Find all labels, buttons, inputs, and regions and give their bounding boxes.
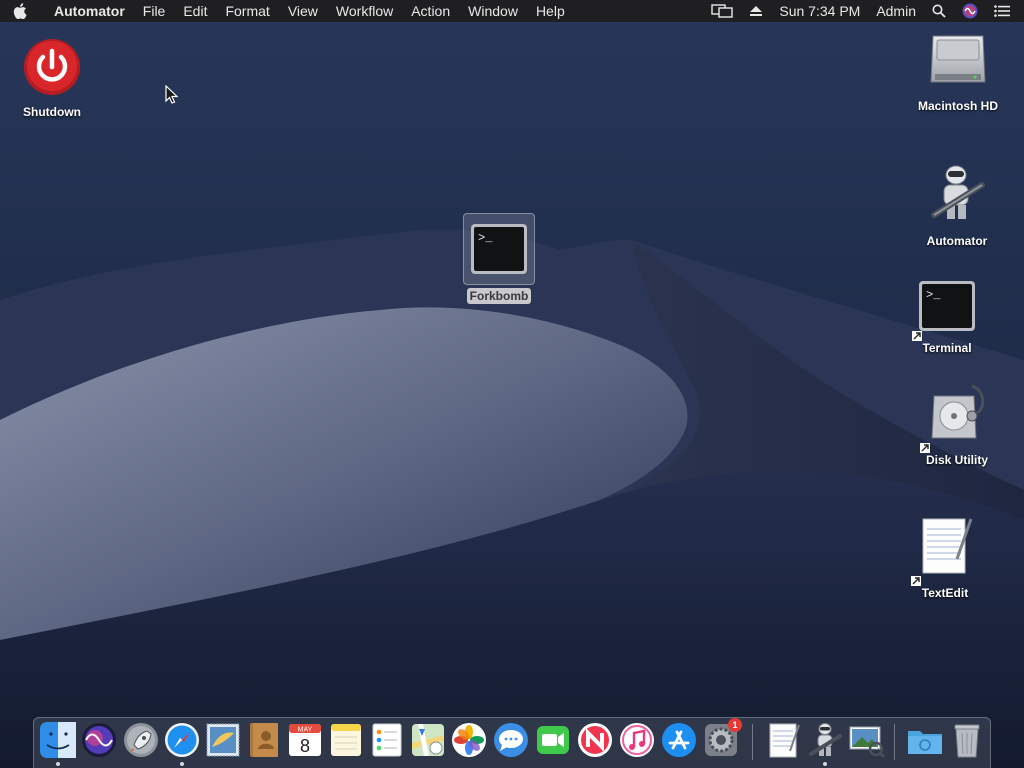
finder-icon <box>40 722 76 758</box>
spotlight-icon[interactable] <box>924 4 954 18</box>
folder-icon <box>908 731 942 754</box>
notes-icon <box>331 724 361 756</box>
desktop-icon-label-selected: Forkbomb <box>466 288 532 304</box>
messages-bubble-icon <box>494 723 528 757</box>
power-button-icon <box>23 38 81 101</box>
launchpad-rocket-icon <box>124 723 158 757</box>
menubar-user[interactable]: Admin <box>868 0 924 22</box>
itunes-music-note-icon <box>620 723 654 757</box>
menu-bar: Automator File Edit Format View Workflow… <box>0 0 1024 22</box>
automator-robot-icon <box>809 723 842 756</box>
running-indicator <box>56 762 60 766</box>
desktop-icon-automator[interactable]: Automator <box>916 163 998 248</box>
dock-maps[interactable] <box>409 721 447 761</box>
eject-icon[interactable] <box>741 5 771 17</box>
disk-utility-icon <box>920 382 988 453</box>
dock-launchpad[interactable] <box>122 721 160 761</box>
desktop-icon-textedit[interactable]: TextEdit <box>910 515 980 600</box>
dock-contacts[interactable] <box>245 721 283 761</box>
calendar-icon: MAY 8 <box>289 724 321 756</box>
safari-compass-icon <box>165 723 199 757</box>
menubar-clock[interactable]: Sun 7:34 PM <box>771 0 868 22</box>
textedit-document-icon <box>911 515 973 586</box>
dock-system-preferences[interactable]: 1 <box>702 718 742 761</box>
photos-flower-icon <box>452 723 486 757</box>
desktop-icon-macintosh-hd[interactable]: Macintosh HD <box>908 30 1008 113</box>
alias-arrow-icon <box>912 331 922 341</box>
menu-window[interactable]: Window <box>459 0 527 22</box>
desktop-icon-forkbomb[interactable]: >_ Forkbomb <box>462 213 536 304</box>
dock-notes[interactable] <box>327 721 365 761</box>
svg-text:>_: >_ <box>926 288 941 302</box>
dock-photos[interactable] <box>450 721 488 761</box>
dock-app-store[interactable] <box>660 721 698 761</box>
desktop-icon-label: Shutdown <box>23 105 81 119</box>
dock-mail[interactable] <box>204 721 242 761</box>
preview-photos-icon <box>849 726 886 759</box>
svg-text:MAY: MAY <box>298 727 313 734</box>
dock-safari[interactable] <box>163 721 201 766</box>
dock-separator <box>752 724 753 760</box>
siri-icon[interactable] <box>954 3 986 19</box>
maps-icon <box>412 724 444 756</box>
svg-text:8: 8 <box>300 736 310 756</box>
apple-menu-icon[interactable] <box>0 0 40 22</box>
dock-automator[interactable] <box>806 721 844 766</box>
dock-preview[interactable] <box>848 721 886 761</box>
dock-separator <box>894 724 895 760</box>
running-indicator <box>180 762 184 766</box>
desktop-wallpaper <box>0 0 1024 768</box>
dock-textedit[interactable] <box>764 721 802 761</box>
menu-help[interactable]: Help <box>527 0 574 22</box>
reminders-list-icon <box>372 723 402 757</box>
menu-edit[interactable]: Edit <box>174 0 216 22</box>
desktop-icon-label: Macintosh HD <box>917 99 998 113</box>
desktop-icon-label: Automator <box>926 234 988 248</box>
desktop-icon-label: Disk Utility <box>925 453 988 467</box>
trash-can-icon <box>954 724 980 758</box>
running-indicator <box>823 762 827 766</box>
mouse-pointer-icon <box>165 85 179 104</box>
news-icon <box>578 723 612 757</box>
mail-stamp-icon <box>206 723 240 757</box>
facetime-camera-icon <box>537 726 569 754</box>
hard-drive-icon <box>929 30 987 95</box>
screen-mirroring-icon[interactable] <box>703 4 741 18</box>
dock-news[interactable] <box>576 721 614 761</box>
terminal-app-icon: >_ <box>912 280 976 341</box>
dock-reminders[interactable] <box>368 721 406 761</box>
menu-action[interactable]: Action <box>402 0 459 22</box>
alias-arrow-icon <box>911 576 921 586</box>
dock: MAY 8 1 <box>33 717 991 768</box>
notification-center-icon[interactable] <box>986 5 1024 17</box>
svg-text:>_: >_ <box>478 231 493 245</box>
notification-badge: 1 <box>728 718 742 732</box>
siri-icon <box>82 723 116 757</box>
contacts-book-icon <box>250 723 278 757</box>
menu-format[interactable]: Format <box>216 0 278 22</box>
dock-siri[interactable] <box>80 721 118 761</box>
alias-arrow-icon <box>920 443 930 453</box>
desktop-icon-label: TextEdit <box>921 586 969 600</box>
dock-facetime[interactable] <box>534 721 572 761</box>
menu-app-name[interactable]: Automator <box>40 3 134 19</box>
desktop-icon-shutdown[interactable]: Shutdown <box>12 38 92 119</box>
menu-file[interactable]: File <box>134 0 175 22</box>
desktop-icon-disk-utility[interactable]: Disk Utility <box>916 382 998 467</box>
desktop-icon-label: Terminal <box>922 341 972 355</box>
dock-messages[interactable] <box>492 721 530 761</box>
desktop-icon-terminal[interactable]: >_ Terminal <box>910 280 984 355</box>
textedit-document-icon <box>769 723 800 758</box>
app-store-icon <box>662 723 696 757</box>
dock-trash[interactable] <box>948 721 986 761</box>
dock-calendar[interactable]: MAY 8 <box>286 721 324 761</box>
dock-itunes[interactable] <box>618 721 656 761</box>
dock-finder[interactable] <box>39 721 77 766</box>
automator-robot-icon <box>926 163 988 230</box>
terminal-app-icon: >_ <box>463 213 535 285</box>
menu-view[interactable]: View <box>279 0 327 22</box>
dock-downloads-folder[interactable] <box>906 721 944 761</box>
menu-workflow[interactable]: Workflow <box>327 0 402 22</box>
